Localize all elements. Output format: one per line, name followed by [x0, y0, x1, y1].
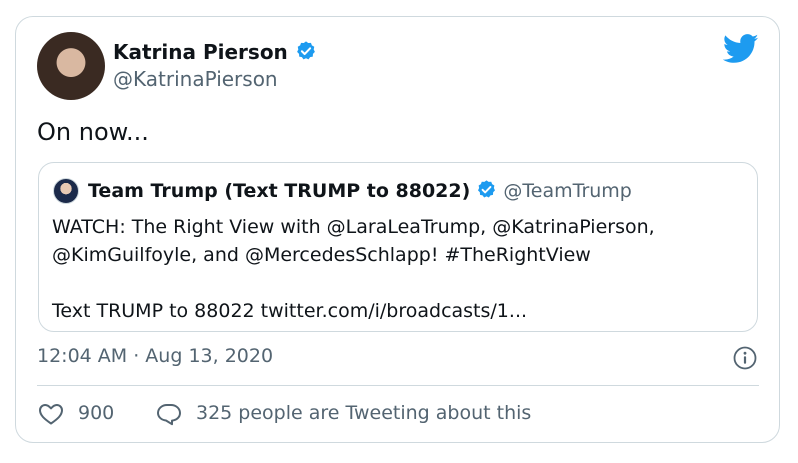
divider — [37, 385, 759, 386]
author-handle[interactable]: @KatrinaPierson — [113, 67, 278, 91]
quoted-tweet-body: WATCH: The Right View with @LaraLeaTrump… — [52, 213, 655, 325]
author-name[interactable]: Katrina Pierson — [113, 40, 288, 64]
quoted-tweet-line[interactable]: Text TRUMP to 88022 twitter.com/i/broadc… — [52, 297, 655, 325]
twitter-bird-icon[interactable] — [723, 34, 759, 64]
tweet-text: On now... — [37, 118, 149, 146]
verified-badge-icon — [478, 180, 496, 198]
quoted-tweet-line: WATCH: The Right View with @LaraLeaTrump… — [52, 216, 655, 238]
quoted-tweet-line — [52, 269, 655, 297]
tweet-timestamp[interactable]: 12:04 AM · Aug 13, 2020 — [37, 345, 273, 367]
quoted-tweet-header: Team Trump (Text TRUMP to 88022) @TeamTr… — [88, 179, 632, 202]
heart-icon[interactable] — [38, 402, 64, 426]
author-avatar[interactable] — [37, 32, 105, 100]
quoted-author-avatar[interactable] — [53, 178, 79, 204]
verified-badge-icon — [296, 41, 315, 60]
author-name-row[interactable]: Katrina Pierson — [113, 40, 317, 64]
conversation-link[interactable]: 325 people are Tweeting about this — [196, 402, 531, 424]
like-count[interactable]: 900 — [78, 402, 114, 424]
quoted-author-handle[interactable]: @TeamTrump — [503, 180, 631, 202]
quoted-tweet-line: @KimGuilfoyle, and @MercedesSchlapp! #Th… — [52, 244, 591, 266]
speech-bubble-icon[interactable] — [156, 402, 182, 426]
info-icon[interactable] — [733, 346, 757, 370]
quoted-author-name[interactable]: Team Trump (Text TRUMP to 88022) — [88, 180, 470, 202]
quoted-tweet[interactable]: Team Trump (Text TRUMP to 88022) @TeamTr… — [38, 162, 758, 332]
